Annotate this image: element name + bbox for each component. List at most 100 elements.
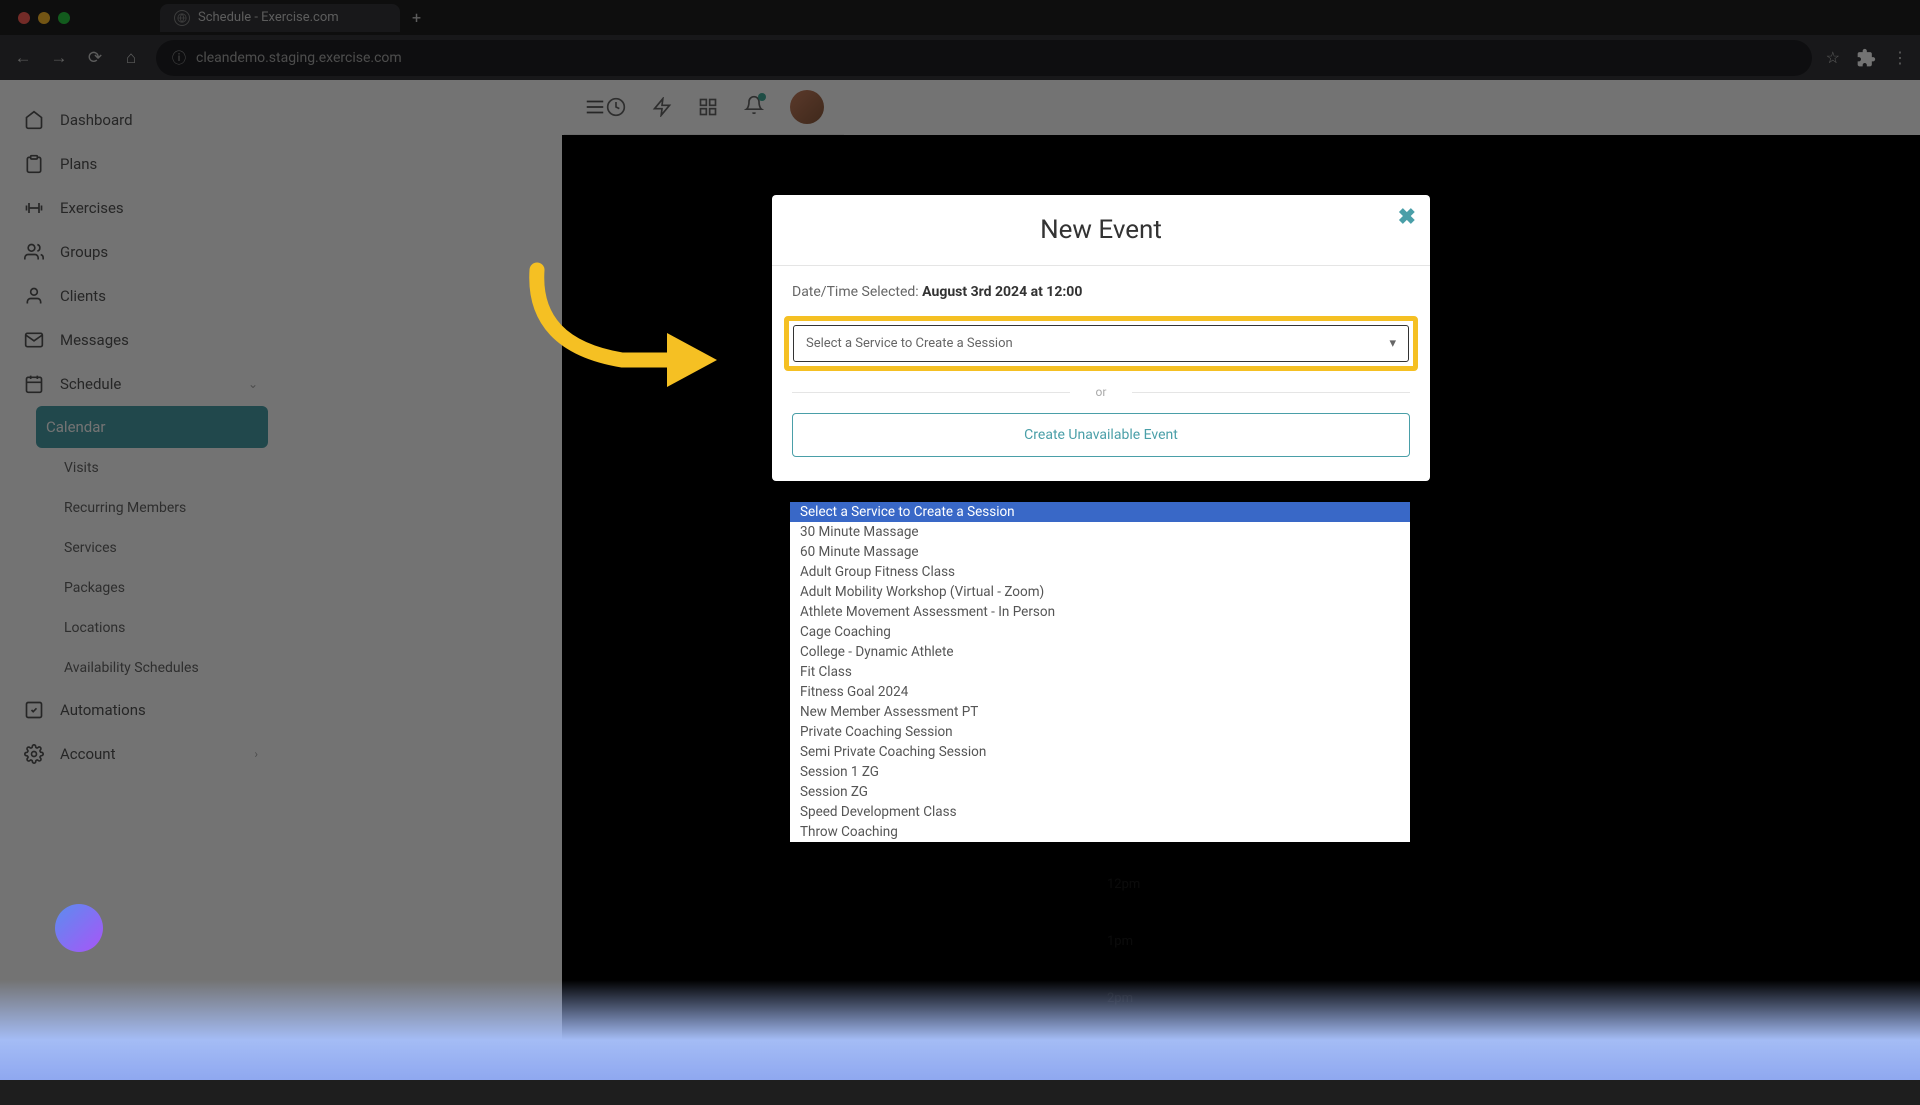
browser-tab[interactable]: Schedule - Exercise.com	[160, 4, 400, 32]
dropdown-option[interactable]: Semi Private Coaching Session	[790, 742, 1410, 762]
sidebar-item-label: Schedule	[60, 375, 121, 393]
gear-icon	[24, 744, 44, 764]
url-bar: ← → ⟳ ⌂ ⓘ cleandemo.staging.exercise.com…	[0, 35, 1920, 80]
url-input[interactable]: ⓘ cleandemo.staging.exercise.com	[156, 40, 1812, 76]
menu-toggle-icon[interactable]	[584, 96, 606, 118]
sidebar-item-messages[interactable]: Messages	[14, 318, 268, 362]
sidebar-subitem-services[interactable]: Services	[54, 528, 268, 568]
new-tab-button[interactable]: +	[412, 8, 421, 27]
dropdown-option[interactable]: Private Coaching Session	[790, 722, 1410, 742]
sidebar-item-dashboard[interactable]: Dashboard	[14, 98, 268, 142]
home-icon	[24, 110, 44, 130]
dropdown-option[interactable]: Throw Coaching	[790, 822, 1410, 842]
maximize-window-button[interactable]	[58, 12, 70, 24]
sidebar-item-plans[interactable]: Plans	[14, 142, 268, 186]
help-widget[interactable]	[55, 904, 103, 952]
sidebar-item-exercises[interactable]: Exercises	[14, 186, 268, 230]
close-icon[interactable]: ✖	[1398, 205, 1416, 230]
sidebar-item-label: Account	[60, 745, 116, 763]
clock-icon[interactable]	[606, 97, 626, 117]
dropdown-option[interactable]: Speed Development Class	[790, 802, 1410, 822]
date-prefix: Date/Time Selected:	[792, 284, 922, 300]
select-placeholder: Select a Service to Create a Session	[806, 336, 1013, 351]
dropdown-option[interactable]: New Member Assessment PT	[790, 702, 1410, 722]
sidebar-item-groups[interactable]: Groups	[14, 230, 268, 274]
sidebar-subitem-availability-schedules[interactable]: Availability Schedules	[54, 648, 268, 688]
time-label: 1pm	[1107, 934, 1140, 949]
modal-body: Date/Time Selected: August 3rd 2024 at 1…	[772, 266, 1430, 481]
dropdown-option[interactable]: Athlete Movement Assessment - In Person	[790, 602, 1410, 622]
date-time-selected: Date/Time Selected: August 3rd 2024 at 1…	[792, 284, 1410, 300]
or-divider: or	[792, 385, 1410, 399]
sidebar-subitem-packages[interactable]: Packages	[54, 568, 268, 608]
dropdown-option[interactable]: Session ZG	[790, 782, 1410, 802]
browser-actions: ☆ ⋮	[1826, 48, 1908, 68]
users-icon	[24, 242, 44, 262]
chevron-down-icon: ⌄	[248, 377, 258, 391]
user-avatar[interactable]	[790, 90, 824, 124]
sidebar-item-label: Automations	[60, 701, 146, 719]
chevron-right-icon: ›	[254, 747, 258, 761]
create-unavailable-button[interactable]: Create Unavailable Event	[792, 413, 1410, 457]
tab-bar: Schedule - Exercise.com +	[0, 0, 1920, 35]
clipboard-icon	[24, 154, 44, 174]
globe-icon	[174, 10, 190, 26]
home-button[interactable]: ⌂	[120, 48, 142, 68]
tab-title: Schedule - Exercise.com	[198, 10, 339, 25]
back-button[interactable]: ←	[12, 48, 34, 68]
service-dropdown-list: Select a Service to Create a Session30 M…	[790, 502, 1410, 842]
sidebar-subitem-locations[interactable]: Locations	[54, 608, 268, 648]
browser-chrome: Schedule - Exercise.com + ← → ⟳ ⌂ ⓘ clea…	[0, 0, 1920, 80]
sidebar-item-account[interactable]: Account ›	[14, 732, 268, 776]
service-select[interactable]: Select a Service to Create a Session ▾	[793, 325, 1409, 362]
topbar	[564, 80, 844, 135]
url-text: cleandemo.staging.exercise.com	[196, 50, 402, 66]
dropdown-option[interactable]: Fitness Goal 2024	[790, 682, 1410, 702]
window-controls	[18, 12, 70, 24]
sidebar-item-label: Exercises	[60, 199, 124, 217]
dropdown-option[interactable]: 60 Minute Massage	[790, 542, 1410, 562]
grid-icon[interactable]	[698, 97, 718, 117]
modal-header: New Event ✖	[772, 195, 1430, 266]
bookmark-icon[interactable]: ☆	[1826, 48, 1840, 67]
sidebar-item-label: Groups	[60, 243, 108, 261]
sidebar-item-clients[interactable]: Clients	[14, 274, 268, 318]
reload-button[interactable]: ⟳	[84, 48, 106, 68]
minimize-window-button[interactable]	[38, 12, 50, 24]
sidebar-subitem-calendar[interactable]: Calendar	[36, 406, 268, 448]
dropdown-option[interactable]: Fit Class	[790, 662, 1410, 682]
user-icon	[24, 286, 44, 306]
mail-icon	[24, 330, 44, 350]
modal-title: New Event	[792, 215, 1410, 245]
site-info-icon[interactable]: ⓘ	[172, 48, 186, 68]
forward-button[interactable]: →	[48, 48, 70, 68]
dropdown-option[interactable]: College - Dynamic Athlete	[790, 642, 1410, 662]
time-label: 12pm	[1107, 877, 1140, 892]
date-value: August 3rd 2024 at 12:00	[922, 284, 1082, 300]
menu-icon[interactable]: ⋮	[1892, 48, 1908, 67]
sidebar-item-automations[interactable]: Automations	[14, 688, 268, 732]
dropdown-option[interactable]: Adult Group Fitness Class	[790, 562, 1410, 582]
select-highlight-box: Select a Service to Create a Session ▾	[784, 316, 1418, 371]
dropdown-option[interactable]: Session 1 ZG	[790, 762, 1410, 782]
notifications-button[interactable]	[744, 95, 764, 119]
lightning-icon[interactable]	[652, 97, 672, 117]
sidebar-subitem-recurring-members[interactable]: Recurring Members	[54, 488, 268, 528]
dropdown-option[interactable]: 30 Minute Massage	[790, 522, 1410, 542]
new-event-modal: New Event ✖ Date/Time Selected: August 3…	[772, 195, 1430, 481]
sidebar: Dashboard Plans Exercises Groups Clients Mess…	[0, 80, 282, 1080]
notification-dot	[758, 93, 766, 101]
dropdown-option[interactable]: Select a Service to Create a Session	[790, 502, 1410, 522]
close-window-button[interactable]	[18, 12, 30, 24]
sidebar-subitem-visits[interactable]: Visits	[54, 448, 268, 488]
sidebar-item-schedule[interactable]: Schedule ⌄	[14, 362, 268, 406]
sidebar-item-label: Plans	[60, 155, 97, 173]
calendar-icon	[24, 374, 44, 394]
extensions-icon[interactable]	[1856, 48, 1876, 68]
dropdown-option[interactable]: Adult Mobility Workshop (Virtual - Zoom)	[790, 582, 1410, 602]
sidebar-item-label: Messages	[60, 331, 129, 349]
dropdown-option[interactable]: Cage Coaching	[790, 622, 1410, 642]
bottom-gradient	[0, 980, 1920, 1080]
dumbbell-icon	[24, 198, 44, 218]
chevron-down-icon: ▾	[1389, 336, 1396, 351]
